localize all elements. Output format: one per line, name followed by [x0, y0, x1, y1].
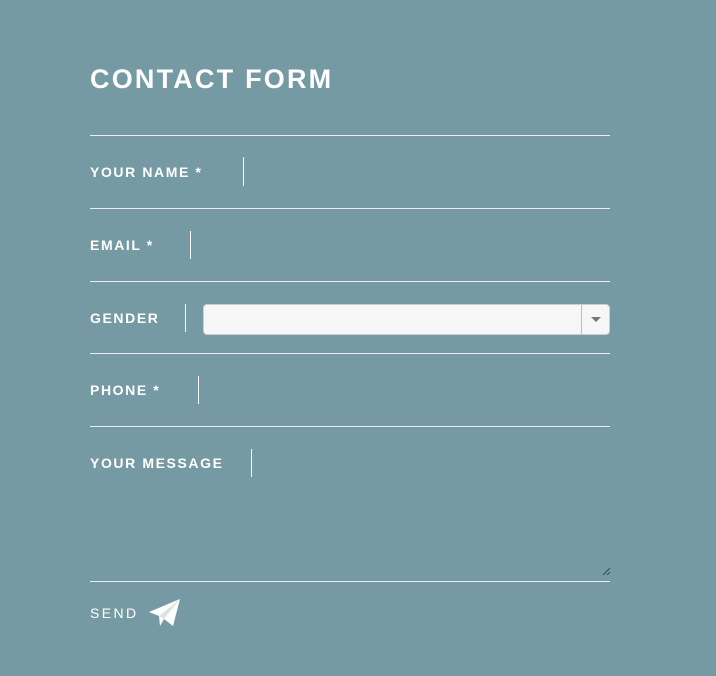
gender-label: GENDER [90, 310, 160, 326]
select-separator [581, 305, 582, 334]
field-separator [90, 581, 610, 582]
phone-row: PHONE * [90, 354, 610, 426]
email-input[interactable] [196, 231, 610, 259]
gender-select[interactable] [203, 304, 610, 335]
gender-row: GENDER [90, 282, 610, 354]
phone-divider [198, 376, 199, 404]
paper-plane-icon [148, 599, 180, 626]
email-label: EMAIL * [90, 237, 154, 253]
gender-divider [185, 304, 186, 332]
resize-grip-icon[interactable] [602, 567, 610, 575]
name-divider [243, 157, 244, 186]
name-label: YOUR NAME * [90, 164, 203, 180]
form-title: CONTACT FORM [90, 64, 334, 94]
message-label: YOUR MESSAGE [90, 455, 224, 471]
message-divider [251, 449, 252, 477]
message-row: YOUR MESSAGE [90, 427, 614, 583]
name-input[interactable] [248, 158, 610, 186]
send-label: SEND [90, 605, 139, 621]
email-row: EMAIL * [90, 209, 610, 281]
send-button[interactable]: SEND [90, 598, 181, 628]
name-row: YOUR NAME * [90, 136, 610, 208]
chevron-down-icon[interactable] [591, 317, 601, 322]
email-divider [190, 231, 191, 259]
message-textarea[interactable] [90, 483, 614, 583]
phone-input[interactable] [204, 376, 610, 404]
phone-label: PHONE * [90, 382, 161, 398]
